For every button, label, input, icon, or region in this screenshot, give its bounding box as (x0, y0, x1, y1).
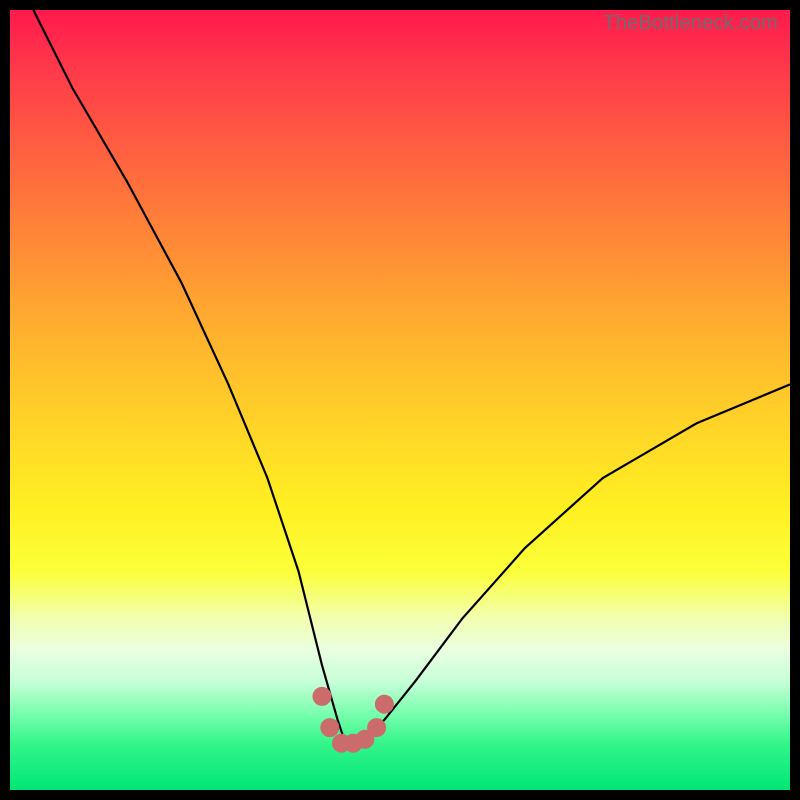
bottleneck-curve (33, 10, 790, 743)
bottleneck-curve-svg (10, 10, 790, 790)
optimal-marker (368, 719, 386, 737)
watermark-text: TheBottleneck.com (603, 12, 778, 35)
optimal-marker (313, 687, 331, 705)
plot-area: TheBottleneck.com (10, 10, 790, 790)
optimal-range-markers (313, 687, 393, 752)
curve-line (33, 10, 790, 743)
optimal-marker (375, 695, 393, 713)
optimal-marker (321, 719, 339, 737)
chart-frame: TheBottleneck.com (0, 0, 800, 800)
